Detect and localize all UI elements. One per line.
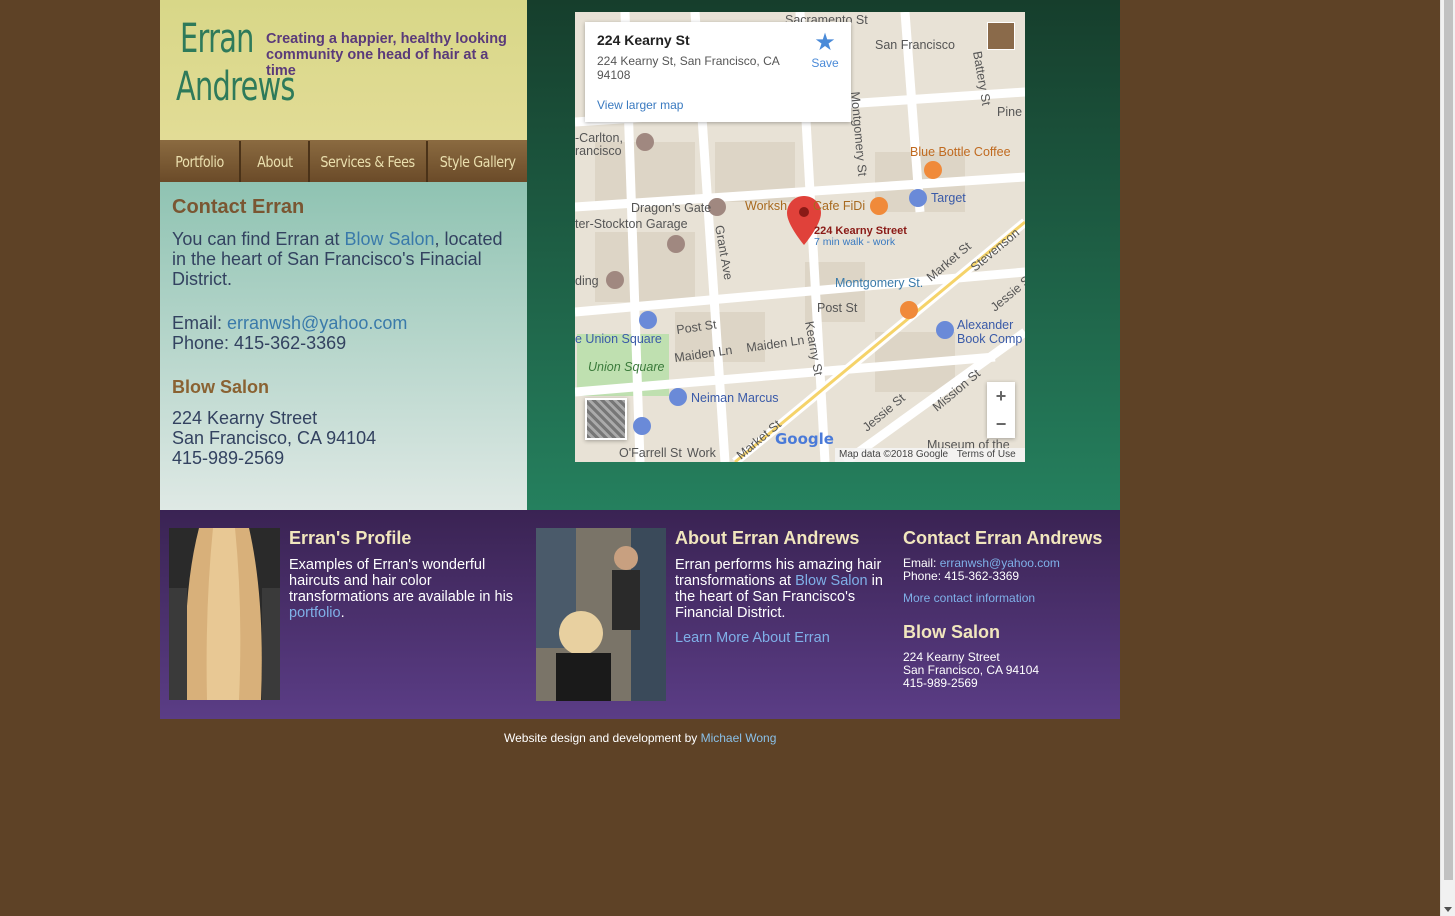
terms-link[interactable]: Terms of Use — [957, 449, 1016, 460]
map-footer: Map data ©2018 Google Terms of Use — [835, 448, 1025, 462]
profile-period: . — [340, 605, 345, 621]
star-icon: ★ — [814, 29, 836, 56]
footer-email-link[interactable]: erranwsh@yahoo.com — [940, 556, 1060, 570]
zoom-in-button[interactable]: + — [987, 382, 1015, 410]
map-place-card: 224 Kearny St 224 Kearny St, San Francis… — [585, 22, 851, 122]
email-link[interactable]: erranwsh@yahoo.com — [227, 313, 407, 333]
email-label: Email: — [903, 556, 940, 570]
map-label: Post St — [817, 301, 858, 315]
salon-address-2: San Francisco, CA 94104 — [172, 428, 377, 448]
profile-photo — [169, 528, 280, 700]
main-nav: Portfolio About Services & Fees Style Ga… — [160, 140, 527, 183]
embedded-map[interactable]: Sacramento St San Francisco Battery St P… — [575, 12, 1025, 462]
salon-title: Blow Salon — [172, 377, 270, 397]
contact-email-line: Email: erranwsh@yahoo.com — [172, 313, 515, 333]
map-label: -Carlton, — [575, 131, 623, 145]
map-label: Worksh — [745, 199, 787, 213]
google-logo: Google — [775, 430, 834, 448]
place-name: 224 Kearny St — [597, 32, 690, 48]
map-label: Pine — [997, 105, 1022, 119]
map-label: Work — [687, 446, 717, 460]
nav-label: Services & Fees — [320, 153, 416, 171]
contact-intro: You can find Erran at Blow Salon, locate… — [172, 229, 515, 289]
portfolio-link[interactable]: portfolio — [289, 605, 341, 621]
salon-address-1: 224 Kearny Street — [172, 408, 318, 428]
salon-photo-image — [536, 528, 666, 701]
about-column: About Erran Andrews Erran performs his a… — [675, 528, 885, 646]
map-label: Montgomery St. — [835, 276, 923, 290]
footer-phone: Phone: 415-362-3369 — [903, 569, 1020, 583]
save-label: Save — [811, 56, 839, 70]
learn-more-link[interactable]: Learn More About Erran — [675, 630, 830, 646]
contact-andrews-title: Contact Erran Andrews — [903, 528, 1103, 548]
map-label: ter-Stockton Garage — [575, 217, 688, 231]
email-label: Email: — [172, 313, 228, 333]
scroll-down-arrow-icon[interactable] — [1444, 907, 1452, 912]
learn-more-line: Learn More About Erran — [675, 630, 885, 646]
footer-salon-phone: 415-989-2569 — [903, 676, 978, 690]
nav-label: Style Gallery — [439, 153, 516, 171]
map-label: Blue Bottle Coffee — [910, 145, 1011, 159]
site-credit: Website design and development by Michae… — [504, 731, 776, 745]
view-larger-map-link[interactable]: View larger map — [597, 98, 683, 112]
blow-salon-link[interactable]: Blow Salon — [344, 229, 434, 249]
about-photo — [536, 528, 666, 701]
contact-column: Contact Erran Andrews Email: erranwsh@ya… — [903, 528, 1118, 690]
map-label: Alexander — [957, 318, 1013, 332]
footer-band: Erran's Profile Examples of Erran's wond… — [160, 510, 1120, 719]
more-contact-line: More contact information — [903, 592, 1118, 605]
pin-sublabel: 7 min walk - work — [814, 236, 896, 248]
about-title: About Erran Andrews — [675, 528, 860, 548]
map-label: Neiman Marcus — [691, 391, 779, 405]
salon-phone: 415-989-2569 — [172, 448, 285, 468]
map-label: O'Farrell St — [619, 446, 682, 460]
contact-title: Contact Erran — [172, 196, 305, 218]
map-label: Cafe FiDi — [813, 199, 865, 213]
map-label: Dragon's Gate — [631, 201, 711, 215]
nav-label: About — [256, 153, 293, 171]
michael-wong-link[interactable]: Michael Wong — [701, 731, 777, 745]
intro-text: You can find Erran at — [172, 229, 345, 249]
map-label: Union Square — [588, 360, 664, 374]
nav-style-gallery[interactable]: Style Gallery — [428, 141, 527, 183]
credit-text: Website design and development by — [504, 731, 701, 745]
map-label: rancisco — [575, 144, 622, 158]
hair-photo-image — [169, 528, 280, 700]
nav-label: Portfolio — [175, 153, 224, 171]
nav-portfolio[interactable]: Portfolio — [160, 141, 241, 183]
more-contact-link[interactable]: More contact information — [903, 591, 1035, 605]
map-label: Target — [931, 191, 966, 205]
contact-section: Contact Erran You can find Erran at Blow… — [160, 182, 527, 510]
map-data-text: Map data ©2018 Google — [839, 449, 949, 460]
map-label: Book Comp — [957, 332, 1022, 346]
site-header: Erran Andrews Creating a happier, health… — [160, 0, 527, 140]
save-button[interactable]: ★ Save — [807, 29, 843, 71]
contact-phone: Phone: 415-362-3369 — [172, 333, 347, 353]
zoom-controls: + − — [987, 382, 1015, 438]
page-scrollbar[interactable] — [1440, 0, 1455, 916]
nav-services-fees[interactable]: Services & Fees — [310, 141, 428, 183]
blow-salon-link[interactable]: Blow Salon — [795, 573, 868, 589]
satellite-toggle[interactable] — [585, 398, 627, 440]
map-label: San Francisco — [875, 38, 955, 52]
pegman-avatar-icon[interactable] — [987, 22, 1015, 50]
zoom-out-button[interactable]: − — [987, 410, 1015, 438]
map-label: ding — [575, 274, 599, 288]
place-address: 224 Kearny St, San Francisco, CA 94108 — [597, 54, 780, 82]
left-column: Erran Andrews Creating a happier, health… — [160, 0, 527, 510]
profile-body: Examples of Erran's wonderful haircuts a… — [289, 557, 514, 605]
profile-title: Erran's Profile — [289, 528, 412, 548]
nav-about[interactable]: About — [241, 141, 310, 183]
right-column: Sacramento St San Francisco Battery St P… — [527, 0, 1120, 510]
about-text: Erran performs his amazing hair transfor… — [675, 557, 885, 621]
profile-text: Examples of Erran's wonderful haircuts a… — [289, 557, 514, 621]
tagline: Creating a happier, healthy looking comm… — [266, 31, 507, 79]
scrollbar-thumb[interactable] — [1444, 0, 1453, 880]
logo-line-1: Erran — [180, 16, 254, 62]
profile-column: Erran's Profile Examples of Erran's wond… — [289, 528, 514, 621]
footer-salon-title: Blow Salon — [903, 622, 1001, 642]
map-label: e Union Square — [575, 332, 662, 346]
